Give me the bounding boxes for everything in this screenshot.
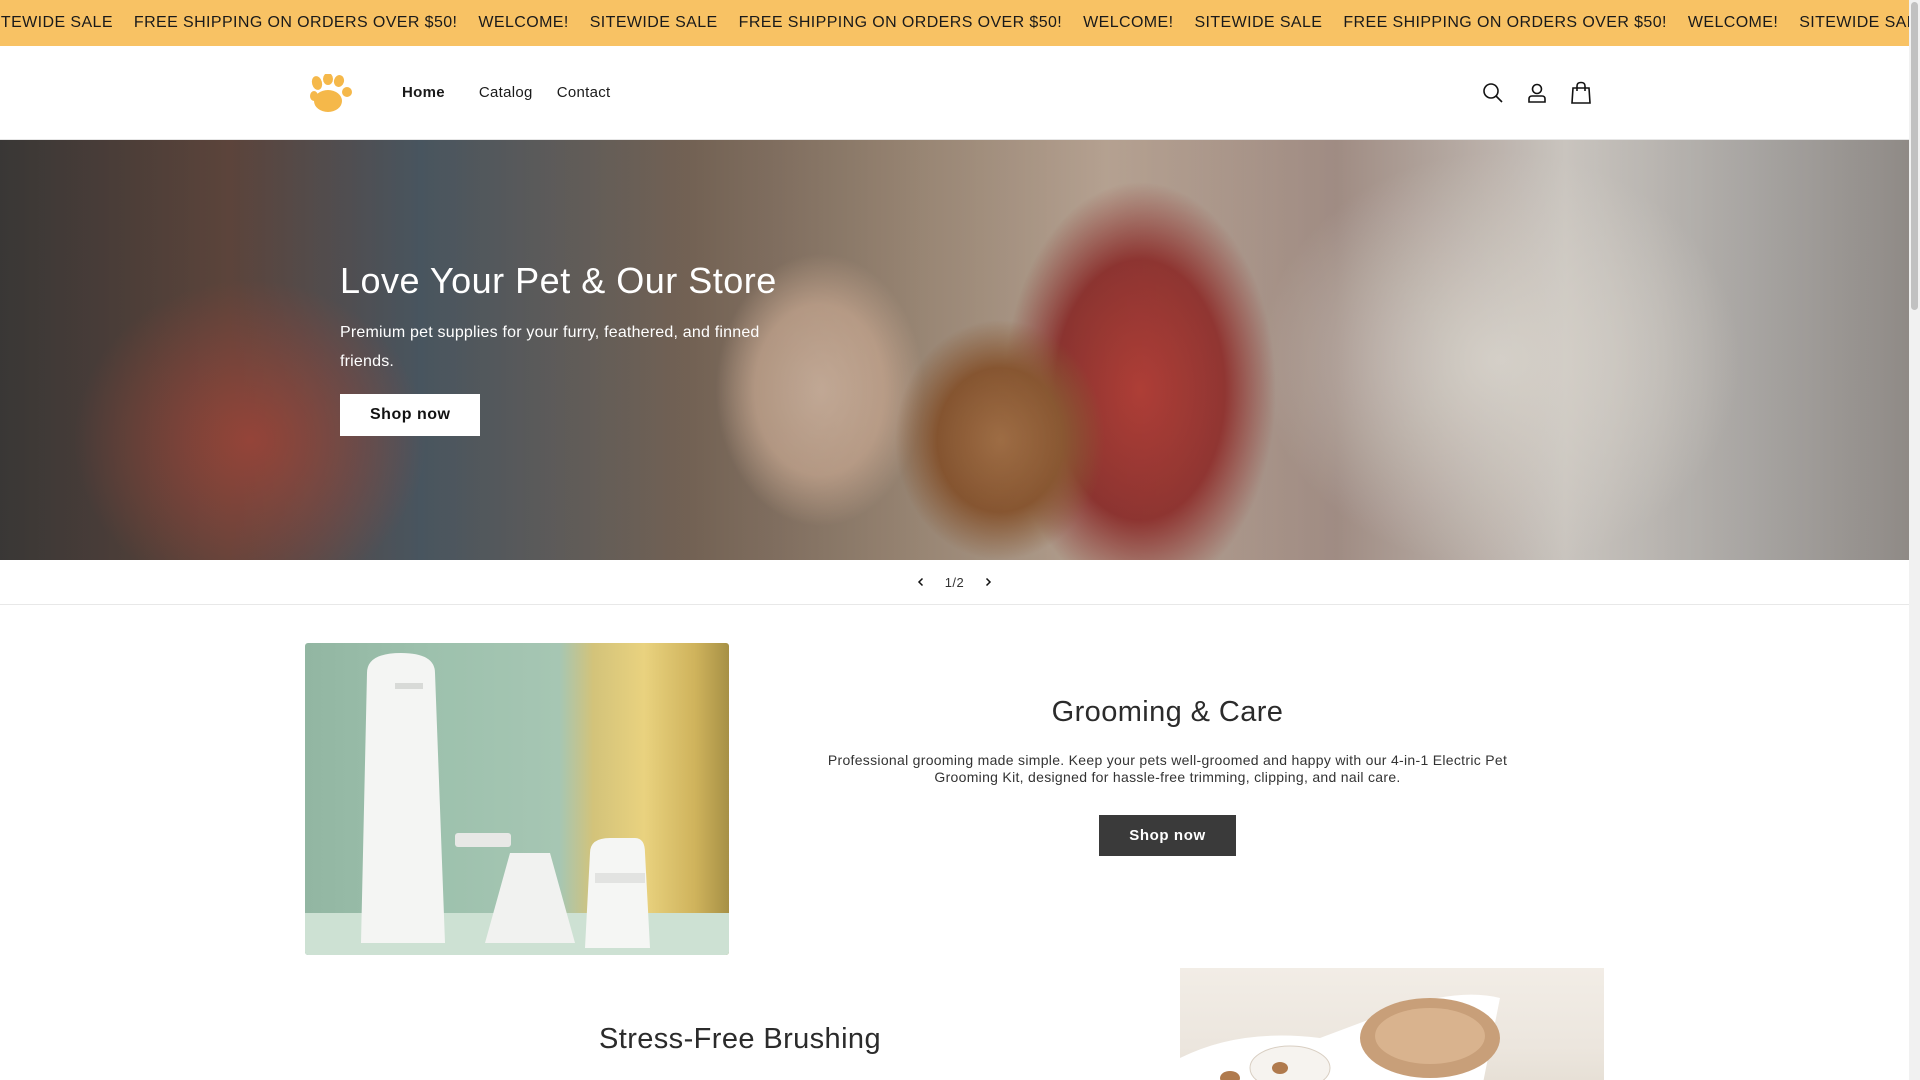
nav-home[interactable]: Home [390,78,457,107]
search-icon[interactable] [1478,73,1508,113]
announcement-item: FREE SHIPPING ON ORDERS OVER $50! [133,14,458,31]
chevron-left-icon[interactable] [899,560,943,604]
hero-shop-now-button[interactable]: Shop now [340,394,481,436]
paw-logo-icon[interactable] [308,73,354,114]
grooming-description: Professional grooming made simple. Keep … [827,752,1508,785]
grooming-shop-now-button[interactable]: Shop now [1099,815,1236,856]
chevron-right-icon[interactable] [966,560,1010,604]
nav-contact[interactable]: Contact [545,78,623,107]
announcement-item: FREE SHIPPING ON ORDERS OVER $50! [738,14,1063,31]
announcement-item: SITEWIDE SALE [589,14,718,31]
vertical-scrollbar[interactable] [1909,0,1920,1080]
announcement-item: SITEWIDE SALE [1799,14,1909,31]
page: SITEWIDE SALE FREE SHIPPING ON ORDERS OVE… [0,0,1909,1080]
main-nav: Home Catalog Contact [390,46,622,139]
announcement-item: SITEWIDE SALE [1194,14,1323,31]
cart-icon[interactable] [1566,73,1596,113]
hero-banner: Love Your Pet & Our Store Premium pet su… [0,140,1909,560]
hero-subtitle: Premium pet supplies for your furry, fea… [340,324,760,370]
slide-counter: 1/2 [944,574,965,590]
header-icons [1478,73,1596,113]
announcement-item: SITEWIDE SALE [0,14,113,31]
slider-controls: 1/2 [0,560,1909,605]
brushing-title: Stress-Free Brushing [599,1023,881,1055]
nav-catalog[interactable]: Catalog [467,78,545,107]
grooming-title: Grooming & Care [1051,696,1284,728]
announcement-track: SITEWIDE SALE FREE SHIPPING ON ORDERS OVE… [0,0,1909,46]
site-header: Home Catalog Contact [0,46,1909,140]
hero-image [0,140,1909,560]
scrollbar-thumb[interactable] [1911,2,1918,310]
hero-content: Love Your Pet & Our Store Premium pet su… [340,260,860,436]
announcement-bar: SITEWIDE SALE FREE SHIPPING ON ORDERS OVE… [0,0,1909,46]
announcement-item: WELCOME! [1083,14,1174,31]
announcement-item: WELCOME! [1687,14,1779,31]
hero-title: Love Your Pet & Our Store [340,260,777,301]
grooming-kit-image [305,643,729,955]
brush-image [1180,968,1604,1080]
grooming-text: Grooming & Care Professional grooming ma… [800,696,1535,856]
announcement-item: WELCOME! [478,14,569,31]
brushing-text: Stress-Free Brushing [540,1023,940,1056]
account-icon[interactable] [1522,73,1552,113]
announcement-item: FREE SHIPPING ON ORDERS OVER $50! [1343,14,1667,31]
